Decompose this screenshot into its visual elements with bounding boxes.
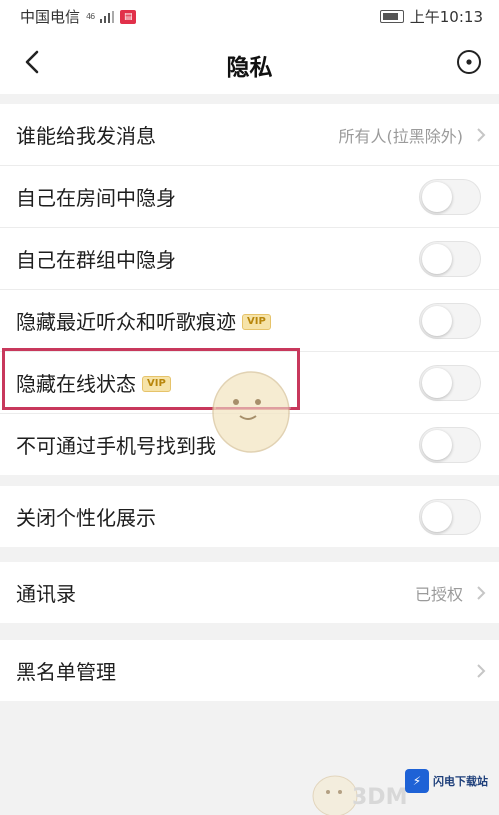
phone-search-toggle[interactable] xyxy=(419,427,481,463)
hide-listeners-row: 隐藏最近听众和听歌痕迹 VIP xyxy=(0,290,499,352)
more-options-icon[interactable] xyxy=(455,48,483,76)
network-type: 46 xyxy=(86,11,95,21)
room-invisible-toggle[interactable] xyxy=(419,179,481,215)
site-watermark: ⚡ 闪电下载站 xyxy=(405,763,495,799)
notification-icon: ▤ xyxy=(120,9,137,24)
status-right: 上午10:13 xyxy=(379,6,483,27)
clock: 上午10:13 xyxy=(409,8,483,26)
hide-listeners-toggle[interactable] xyxy=(419,303,481,339)
contacts-row[interactable]: 通讯录 已授权 xyxy=(0,562,499,623)
message-permission-row[interactable]: 谁能给我发消息 所有人(拉黑除外) xyxy=(0,104,499,166)
blacklist-row[interactable]: 黑名单管理 xyxy=(0,640,499,701)
status-left: 中国电信 46 ▤ xyxy=(20,6,137,27)
room-invisible-row: 自己在房间中隐身 xyxy=(0,166,499,228)
site-name: 闪电下载站 xyxy=(433,775,488,788)
nav-bar: 隐私 xyxy=(0,32,499,94)
vip-badge: VIP xyxy=(242,313,271,330)
row-label: 通讯录 xyxy=(16,582,76,606)
personalization-group: 关闭个性化展示 xyxy=(0,486,499,547)
page-title: 隐私 xyxy=(226,55,273,81)
chevron-right-icon xyxy=(477,586,486,600)
lightning-logo-icon: ⚡ xyxy=(405,769,429,793)
blacklist-group: 黑名单管理 xyxy=(0,640,499,701)
row-label: 谁能给我发消息 xyxy=(16,124,156,148)
signal-icon xyxy=(100,10,115,23)
group-invisible-row: 自己在群组中隐身 xyxy=(0,228,499,290)
hide-online-status-toggle[interactable] xyxy=(419,365,481,401)
carrier-label: 中国电信 xyxy=(20,8,81,26)
row-label: 黑名单管理 xyxy=(16,660,116,684)
watermark-text: 3DM xyxy=(352,785,408,810)
personalization-row: 关闭个性化展示 xyxy=(0,486,499,547)
row-label: 关闭个性化展示 xyxy=(16,506,156,530)
row-label: 自己在群组中隐身 xyxy=(16,248,176,272)
row-label-text: 隐藏最近听众和听歌痕迹 xyxy=(16,310,236,334)
battery-icon xyxy=(379,10,404,23)
row-value: 已授权 xyxy=(414,584,463,604)
row-value: 所有人(拉黑除外) xyxy=(338,126,464,146)
chevron-right-icon xyxy=(477,664,486,678)
row-label: 自己在房间中隐身 xyxy=(16,186,176,210)
mascot-watermark-icon xyxy=(212,371,291,453)
row-label: 不可通过手机号找到我 xyxy=(16,434,216,458)
contacts-group: 通讯录 已授权 xyxy=(0,562,499,623)
personalization-toggle[interactable] xyxy=(419,499,481,535)
status-bar: 中国电信 46 ▤ 上午10:13 xyxy=(0,0,499,32)
row-label: 隐藏最近听众和听歌痕迹 VIP xyxy=(16,306,271,335)
chevron-right-icon xyxy=(477,128,486,142)
group-invisible-toggle[interactable] xyxy=(419,241,481,277)
